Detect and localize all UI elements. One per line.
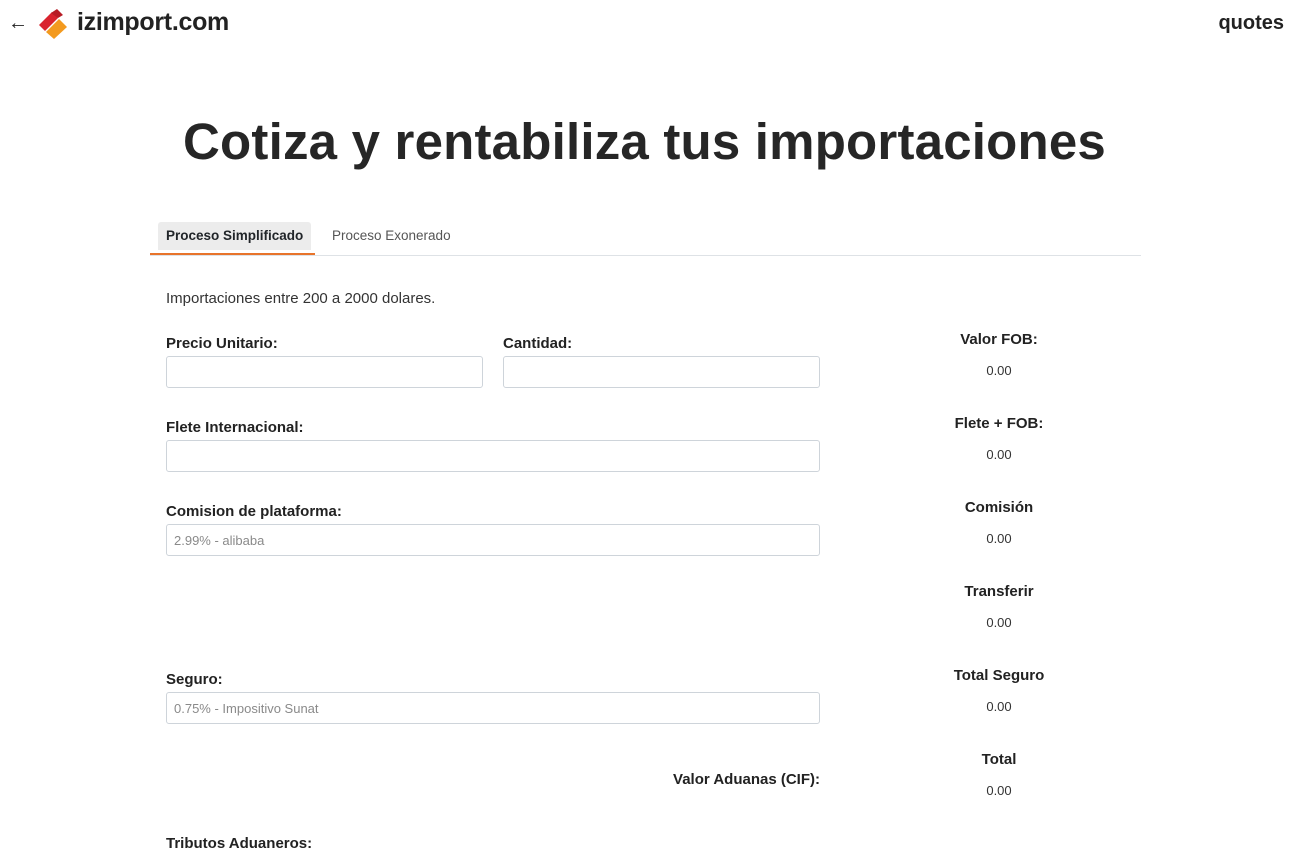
- tab-proceso-exonerado[interactable]: Proceso Exonerado: [324, 222, 459, 250]
- precio-unitario-input[interactable]: [166, 356, 483, 388]
- seguro-input[interactable]: [166, 692, 820, 724]
- cantidad-label: Cantidad:: [503, 335, 573, 352]
- seguro-label: Seguro:: [166, 671, 223, 688]
- process-tabs: Proceso Simplificado Proceso Exonerado: [150, 214, 1141, 256]
- total-seguro-value: 0.00: [986, 699, 1012, 714]
- total-value: 0.00: [986, 783, 1012, 798]
- active-tab-indicator: [150, 253, 315, 255]
- comision-plataforma-label: Comision de plataforma:: [166, 503, 342, 520]
- flete-internacional-input[interactable]: [166, 440, 820, 472]
- transferir-value: 0.00: [986, 615, 1012, 630]
- comision-plataforma-input[interactable]: [166, 524, 820, 556]
- quotes-link[interactable]: quotes: [1218, 12, 1284, 35]
- valor-fob-label: Valor FOB:: [960, 331, 1038, 348]
- page-title: Cotiza y rentabiliza tus importaciones: [183, 113, 1106, 170]
- comision-label: Comisión: [964, 499, 1034, 516]
- comision-value: 0.00: [986, 531, 1012, 546]
- valor-fob-value: 0.00: [986, 363, 1012, 378]
- valor-aduanas-cif-label: Valor Aduanas (CIF):: [673, 771, 820, 788]
- total-seguro-label: Total Seguro: [953, 667, 1045, 684]
- flete-fob-value: 0.00: [986, 447, 1012, 462]
- arrow-left-icon: ←: [8, 11, 28, 34]
- tab-proceso-simplificado[interactable]: Proceso Simplificado: [158, 222, 312, 250]
- flete-fob-label: Flete + FOB:: [954, 415, 1044, 432]
- cantidad-input[interactable]: [503, 356, 820, 388]
- intro-text: Importaciones entre 200 a 2000 dolares.: [166, 290, 436, 307]
- tributos-aduaneros-label: Tributos Aduaneros:: [166, 835, 313, 852]
- precio-unitario-label: Precio Unitario:: [166, 335, 278, 352]
- flete-internacional-label: Flete Internacional:: [166, 419, 304, 436]
- izimport-logo-icon[interactable]: [37, 9, 69, 39]
- brand-name[interactable]: izimport.com: [77, 8, 229, 37]
- top-bar: ← izimport.com quotes: [0, 0, 1289, 48]
- transferir-label: Transferir: [964, 583, 1034, 600]
- total-label: Total: [981, 751, 1017, 768]
- back-button[interactable]: ←: [8, 12, 28, 34]
